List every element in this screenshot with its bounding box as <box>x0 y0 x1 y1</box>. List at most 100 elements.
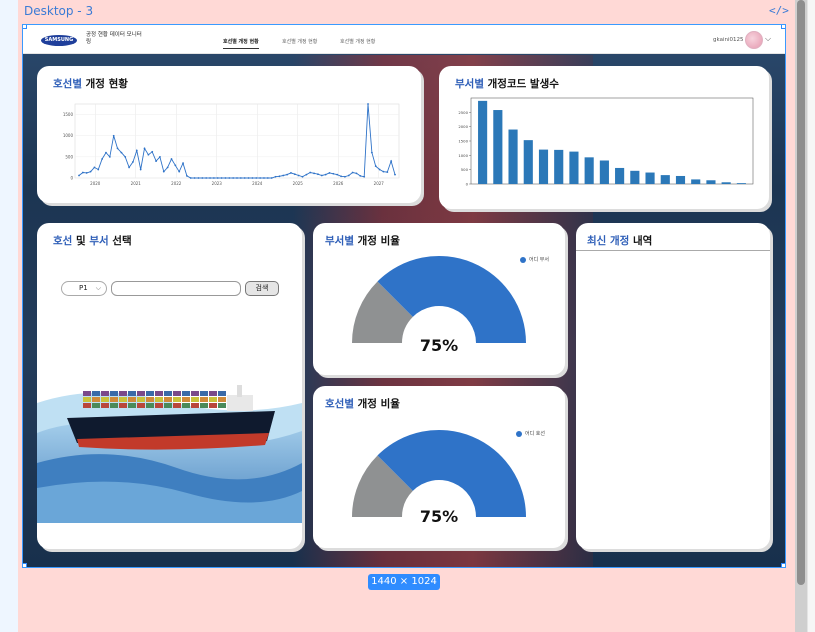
data-point <box>263 177 265 179</box>
x-tick-label: 2025 <box>293 181 304 186</box>
bar <box>615 167 625 184</box>
search-input[interactable] <box>111 281 241 296</box>
frame-label[interactable]: Desktop - 3 <box>24 4 93 18</box>
data-point <box>378 168 381 171</box>
resize-handle-bl[interactable] <box>23 563 27 567</box>
container-box <box>191 391 199 396</box>
data-point <box>274 175 277 178</box>
desktop-frame[interactable]: SAMSUNG 공정 현황 데이터 모니터링 호선별 개정 현황 호선별 개정 … <box>22 24 786 568</box>
dept-code-card: 부서별 개정코드 발생수 0 500 1000 1500 2000 2500 <box>439 66 769 209</box>
bar <box>523 140 533 184</box>
data-point <box>201 177 204 179</box>
data-point <box>363 175 366 178</box>
data-point <box>212 177 215 179</box>
container-box <box>164 397 172 402</box>
container-box <box>128 391 136 396</box>
data-point <box>297 174 300 177</box>
data-point <box>112 134 115 137</box>
container-box <box>209 391 217 396</box>
data-point <box>301 175 304 178</box>
container-box <box>182 403 190 408</box>
data-point <box>186 174 188 177</box>
y-tick-label: 500 <box>65 154 73 159</box>
data-point <box>293 173 296 176</box>
data-point <box>239 177 242 179</box>
container-box <box>101 391 109 396</box>
data-point <box>135 149 138 152</box>
card-divider <box>576 250 770 251</box>
data-point <box>255 177 258 179</box>
username: gkaini0125 <box>713 37 744 43</box>
container-box <box>191 397 199 402</box>
data-point <box>232 177 235 179</box>
data-point <box>236 177 238 179</box>
resize-handle-br[interactable] <box>781 563 785 567</box>
y-tick-label: 1500 <box>458 139 468 144</box>
container-box <box>92 403 100 408</box>
data-point <box>259 177 262 179</box>
nav-tab-3[interactable]: 호선별 개정 현황 <box>340 38 375 45</box>
container-box <box>164 391 172 396</box>
data-point <box>209 177 211 179</box>
y-tick-label: 2500 <box>458 110 468 115</box>
data-point <box>247 177 250 179</box>
data-point <box>367 103 369 105</box>
data-point <box>332 172 335 175</box>
bar <box>599 160 609 184</box>
data-point <box>290 172 292 174</box>
data-point <box>359 174 362 177</box>
data-point <box>313 172 315 175</box>
bar <box>569 151 579 184</box>
chevron-down-icon[interactable]: ⌵ <box>765 34 771 44</box>
data-point <box>189 177 192 179</box>
data-point <box>89 170 92 173</box>
avatar[interactable] <box>745 31 763 49</box>
data-point <box>282 174 285 177</box>
container-box <box>83 397 91 402</box>
resize-handle-tr[interactable] <box>781 25 785 29</box>
resize-handle-tl[interactable] <box>23 25 27 29</box>
container-box <box>155 391 163 396</box>
samsung-logo[interactable]: SAMSUNG <box>41 35 77 46</box>
container-box <box>209 403 217 408</box>
ship-select[interactable]: P1 ⌵ <box>61 281 107 296</box>
ship-ratio-card: 호선별 개정 비율 어디 호선 75% <box>313 386 565 548</box>
container-box <box>155 403 163 408</box>
design-canvas: Desktop - 3 </> SAMSUNG 공정 현황 데이터 모니터링 호… <box>0 0 815 632</box>
data-point <box>351 171 354 174</box>
container-box <box>218 391 226 396</box>
y-tick-label: 0 <box>70 176 73 181</box>
selector-card: 호선 및 부서 선택 P1 ⌵ 검색 <box>37 223 302 549</box>
gauge-percent: 75% <box>419 336 459 355</box>
data-point <box>243 177 246 179</box>
container-box <box>155 397 163 402</box>
data-point <box>309 171 312 174</box>
container-box <box>200 403 208 408</box>
container-box <box>137 391 145 396</box>
data-point <box>390 160 393 162</box>
card-title: 호선 및 부서 선택 <box>53 235 132 247</box>
data-point <box>374 165 377 168</box>
bar <box>538 149 549 184</box>
scrollbar-thumb[interactable] <box>797 0 805 585</box>
data-point <box>347 174 350 177</box>
nav-tab-2[interactable]: 호선별 개정 현황 <box>282 38 317 45</box>
search-button[interactable]: 검색 <box>245 281 279 296</box>
code-icon[interactable]: </> <box>769 4 789 17</box>
bar <box>645 172 655 184</box>
data-point <box>286 173 288 176</box>
card-title: 부서별 개정코드 발생수 <box>455 78 559 90</box>
data-point <box>197 177 200 179</box>
data-point <box>336 173 339 176</box>
card-title: 최신 개정 내역 <box>587 235 653 247</box>
data-point <box>355 172 358 175</box>
right-panel-edge <box>807 0 815 632</box>
bar <box>675 175 686 184</box>
y-tick-label: 1500 <box>63 112 74 117</box>
data-point <box>97 168 100 171</box>
data-point <box>101 158 104 160</box>
nav-tab-1[interactable]: 호선별 개정 현황 <box>223 38 259 49</box>
x-tick-label: 2021 <box>131 181 142 186</box>
container-box <box>209 397 217 402</box>
data-point <box>159 155 161 158</box>
